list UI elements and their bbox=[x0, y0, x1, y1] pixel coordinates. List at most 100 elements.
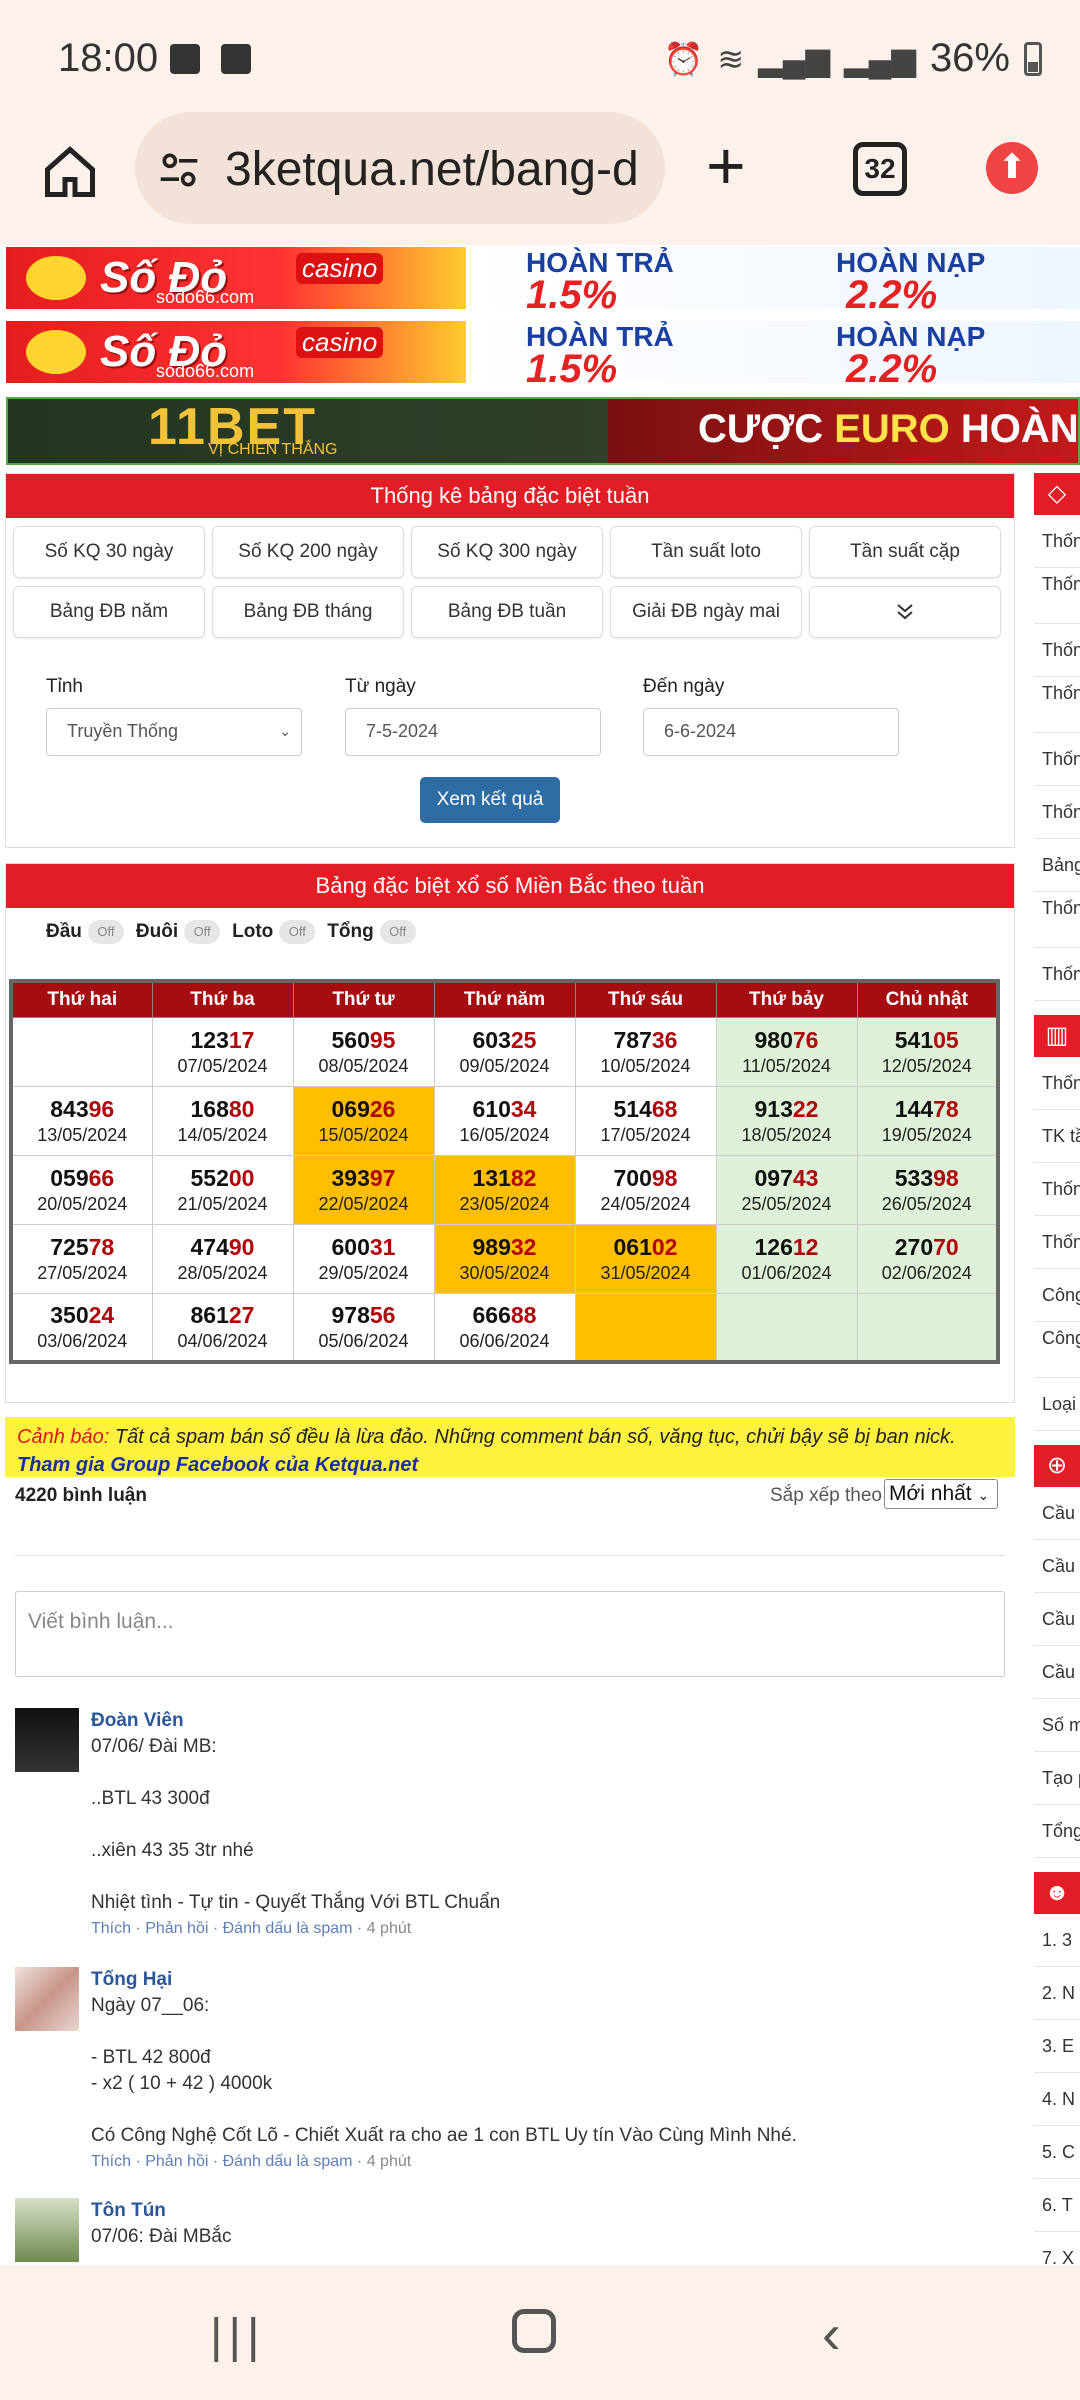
expand-more-button[interactable] bbox=[809, 586, 1001, 638]
comment-time: 4 phút bbox=[366, 1920, 412, 1937]
chevron-down-icon: ⌄ bbox=[977, 1487, 990, 1503]
sidebar-item[interactable]: Tạo p bbox=[1034, 1752, 1080, 1805]
sidebar-item[interactable]: 6. T bbox=[1034, 2179, 1080, 2232]
update-icon[interactable]: ⬆ bbox=[986, 142, 1038, 194]
sidebar-item[interactable]: Thốn loto bbox=[1034, 677, 1080, 733]
new-tab-icon[interactable]: + bbox=[706, 132, 746, 200]
sodo-logo-icon bbox=[26, 330, 86, 374]
sidebar-item[interactable]: Tổng bbox=[1034, 1805, 1080, 1858]
to-date-input[interactable]: 6-6-2024 bbox=[643, 708, 899, 756]
like-link[interactable]: Thích bbox=[91, 2153, 131, 2170]
sidebar-item[interactable]: 7. X bbox=[1034, 2232, 1080, 2265]
table-row: 05966 20/05/2024 55200 21/05/2024 39397 22/05… bbox=[10, 1154, 999, 1225]
sidebar-item[interactable]: Số m bbox=[1034, 1699, 1080, 1752]
url-text[interactable]: 3ketqua.net/bang-d bbox=[225, 142, 665, 197]
from-date-input[interactable]: 7-5-2024 bbox=[345, 708, 601, 756]
table-cell: 98932 30/05/2024 bbox=[433, 1223, 576, 1294]
sidebar-item[interactable]: Bảng bbox=[1034, 839, 1080, 892]
sidebar-item[interactable]: Loại bbox=[1034, 1378, 1080, 1431]
sidebar-item[interactable]: Công bbox=[1034, 1269, 1080, 1322]
col-header: Thứ tư bbox=[292, 980, 435, 1018]
sidebar-item[interactable]: Thốn bbox=[1034, 948, 1080, 1001]
sidebar-item[interactable]: Thốn bbox=[1034, 515, 1080, 568]
address-bar[interactable]: 3ketqua.net/bang-d bbox=[135, 112, 665, 224]
btn-so-kq-30[interactable]: Số KQ 30 ngày bbox=[13, 526, 205, 578]
sidebar-item[interactable]: 2. N bbox=[1034, 1967, 1080, 2020]
view-results-button[interactable]: Xem kết quả bbox=[420, 777, 560, 823]
sort-select[interactable]: Mới nhất ⌄ bbox=[884, 1479, 998, 1509]
special-number: 56095 bbox=[331, 1026, 396, 1053]
table-cell: 06926 15/05/2024 bbox=[292, 1085, 435, 1156]
sidebar-item[interactable]: Thốn bbox=[1034, 1216, 1080, 1269]
col-header: Chủ nhật bbox=[856, 980, 999, 1018]
draw-date: 11/05/2024 bbox=[742, 1055, 831, 1076]
btn-so-kq-300[interactable]: Số KQ 300 ngày bbox=[411, 526, 603, 578]
reply-link[interactable]: Phản hồi bbox=[145, 2153, 208, 2170]
btn-bang-db-nam[interactable]: Bảng ĐB năm bbox=[13, 586, 205, 638]
like-link[interactable]: Thích bbox=[91, 1920, 131, 1937]
sidebar-item[interactable]: Thốn bbox=[1034, 624, 1080, 677]
province-select[interactable]: Truyền Thống ⌄ bbox=[46, 708, 302, 756]
avatar[interactable] bbox=[15, 2198, 79, 2262]
sidebar-item[interactable]: Thốn bbox=[1034, 1163, 1080, 1216]
btn-bang-db-tuan[interactable]: Bảng ĐB tuần bbox=[411, 586, 603, 638]
toggle-loto[interactable]: Off bbox=[279, 920, 316, 944]
home-nav-icon[interactable] bbox=[512, 2309, 556, 2353]
table-cell: 06102 31/05/2024 bbox=[574, 1223, 717, 1294]
site-settings-icon[interactable] bbox=[157, 148, 201, 192]
toggle-tong[interactable]: Off bbox=[379, 920, 416, 944]
sidebar-item[interactable]: Cầu bbox=[1034, 1540, 1080, 1593]
facebook-group-link[interactable]: Tham gia Group Facebook của Ketqua.net bbox=[17, 1454, 418, 1476]
sidebar-item[interactable]: Thốn bbox=[1034, 1057, 1080, 1110]
comment-author[interactable]: Tôn Tún bbox=[91, 2198, 1001, 2224]
comment-input[interactable]: Viết bình luận... bbox=[15, 1591, 1005, 1677]
sidebar-item[interactable]: Cầu bbox=[1034, 1646, 1080, 1699]
ad-banner-11bet[interactable]: 11BET VỊ CHIẾN THẮNG CƯỢC EURO HOÀN bbox=[6, 397, 1080, 465]
btn-so-kq-200[interactable]: Số KQ 200 ngày bbox=[212, 526, 404, 578]
signal-icon-2: ▂▄▆ bbox=[844, 40, 916, 77]
comment-author[interactable]: Tống Hại bbox=[91, 1967, 1001, 1993]
sidebar-item[interactable]: 4. N bbox=[1034, 2073, 1080, 2126]
sidebar-item[interactable]: 3. E bbox=[1034, 2020, 1080, 2073]
sidebar-item[interactable]: 1. 3 bbox=[1034, 1914, 1080, 1967]
avatar[interactable] bbox=[15, 1708, 79, 1772]
sort-label: Sắp xếp theo bbox=[770, 1485, 882, 1506]
sidebar-item[interactable]: Cầu bbox=[1034, 1487, 1080, 1540]
spam-link[interactable]: Đánh dấu là spam bbox=[223, 2153, 353, 2170]
sidebar-item[interactable]: Thốn loto bbox=[1034, 568, 1080, 624]
table-cell: 55200 21/05/2024 bbox=[151, 1154, 294, 1225]
btn-bang-db-thang[interactable]: Bảng ĐB tháng bbox=[212, 586, 404, 638]
home-icon[interactable] bbox=[40, 142, 100, 202]
ad-banner-sodo-2[interactable]: Số Đỏ casino sodo66.com HOÀN TRẢ 1.5% HO… bbox=[6, 321, 1080, 383]
draw-date: 29/05/2024 bbox=[318, 1262, 409, 1283]
btn-giai-db-ngay-mai[interactable]: Giải ĐB ngày mai bbox=[610, 586, 802, 638]
sidebar-item[interactable]: Thốn theo bbox=[1034, 892, 1080, 948]
recent-apps-icon[interactable]: ||| bbox=[210, 2309, 265, 2364]
ad-banner-sodo-1[interactable]: Số Đỏ casino sodo66.com HOÀN TRẢ 1.5% HO… bbox=[6, 247, 1080, 309]
special-number: 12612 bbox=[754, 1233, 819, 1260]
sidebar-item[interactable]: Thốn bbox=[1034, 786, 1080, 839]
special-number: 98932 bbox=[472, 1233, 537, 1260]
zoom-icon: ⊕ bbox=[1034, 1445, 1080, 1487]
reply-link[interactable]: Phản hồi bbox=[145, 1920, 208, 1937]
special-number: 70098 bbox=[613, 1164, 678, 1191]
sidebar-item[interactable]: Thốn bbox=[1034, 733, 1080, 786]
btn-tan-suat-loto[interactable]: Tần suất loto bbox=[610, 526, 802, 578]
status-time: 18:00 bbox=[58, 36, 159, 80]
sidebar-item[interactable]: TK tầ bbox=[1034, 1110, 1080, 1163]
spam-link[interactable]: Đánh dấu là spam bbox=[223, 1920, 353, 1937]
special-number: 06926 bbox=[331, 1095, 396, 1122]
back-icon[interactable]: ‹ bbox=[822, 2301, 841, 2366]
sidebar-item[interactable]: Công VIP bbox=[1034, 1322, 1080, 1378]
toggle-duoi[interactable]: Off bbox=[184, 920, 221, 944]
status-bar: 18:00 ⏰ ≋ ▂▄▆ ▂▄▆ 36% bbox=[0, 0, 1080, 110]
btn-tan-suat-cap[interactable]: Tần suất cặp bbox=[809, 526, 1001, 578]
avatar[interactable] bbox=[15, 1967, 79, 2031]
comment-actions: Thích · Phản hồi · Đánh dấu là spam · 4 … bbox=[91, 2153, 412, 2170]
sidebar-item[interactable]: 5. C bbox=[1034, 2126, 1080, 2179]
stats-panel-title: Thống kê bảng đặc biệt tuần bbox=[6, 474, 1014, 518]
comment-author[interactable]: Đoàn Viên bbox=[91, 1708, 1001, 1734]
sidebar-item[interactable]: Cầu bbox=[1034, 1593, 1080, 1646]
toggle-dau[interactable]: Off bbox=[87, 920, 124, 944]
tab-switcher-button[interactable]: 32 bbox=[853, 142, 907, 196]
